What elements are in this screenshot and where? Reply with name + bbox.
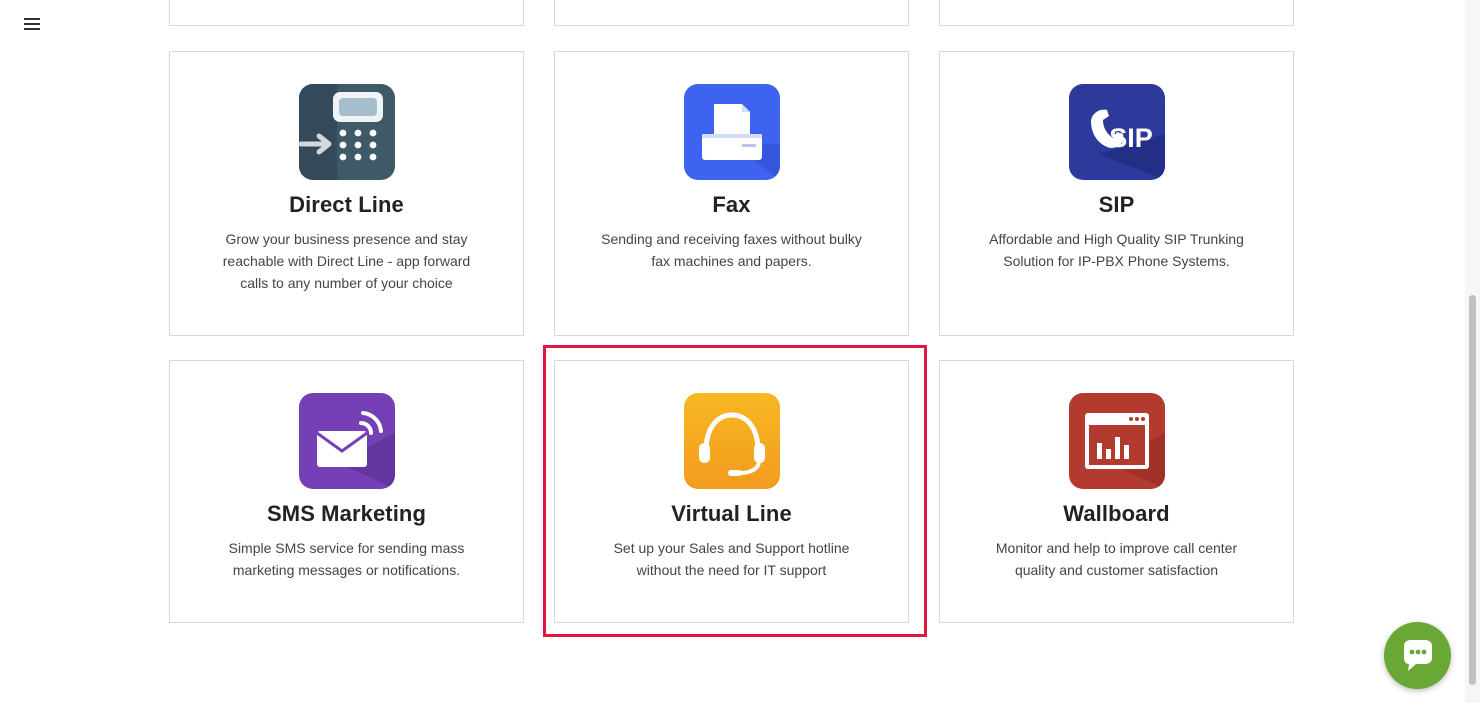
card-partial-3[interactable] [939, 0, 1294, 26]
chat-bubble-icon[interactable] [1384, 622, 1451, 689]
card-partial-2[interactable] [554, 0, 909, 26]
card-title: Virtual Line [671, 501, 792, 526]
card-description: Sending and receiving faxes without bulk… [601, 231, 862, 269]
card-title: Fax [712, 192, 751, 217]
card-wallboard[interactable]: Wallboard Monitor and help to improve ca… [939, 360, 1294, 623]
card-title: Direct Line [289, 192, 404, 217]
card-title: SIP [1098, 192, 1135, 217]
card-partial-1[interactable] [169, 0, 524, 26]
scrollbar-thumb[interactable] [1469, 295, 1476, 685]
card-fax[interactable]: Fax Sending and receiving faxes without … [554, 51, 909, 336]
sip-icon-text: SIP [1109, 123, 1153, 153]
headset-icon [683, 393, 780, 489]
direct-line-keypad-icon [298, 84, 395, 180]
sip-phone-icon: SIP [1068, 84, 1165, 180]
card-direct-line[interactable]: Direct Line Grow your business presence … [169, 51, 524, 336]
card-virtual-line[interactable]: Virtual Line Set up your Sales and Suppo… [554, 360, 909, 623]
sms-envelope-icon [298, 393, 395, 489]
card-title: Wallboard [1063, 501, 1170, 526]
card-title: SMS Marketing [267, 501, 426, 526]
card-description: Set up your Sales and Support hotline wi… [613, 540, 850, 578]
scrollbar-track[interactable] [1465, 0, 1480, 703]
card-sms-marketing[interactable]: SMS Marketing Simple SMS service for sen… [169, 360, 524, 623]
wallboard-chart-icon [1068, 393, 1165, 489]
hamburger-menu-icon[interactable] [24, 18, 42, 34]
fax-machine-icon [683, 84, 780, 180]
card-description: Simple SMS service for sending mass mark… [228, 540, 465, 578]
card-sip[interactable]: SIP SIP Affordable and High Quality SIP … [939, 51, 1294, 336]
card-description: Monitor and help to improve call center … [995, 540, 1238, 578]
card-description: Affordable and High Quality SIP Trunking… [989, 231, 1244, 269]
card-description: Grow your business presence and stay rea… [222, 231, 471, 291]
